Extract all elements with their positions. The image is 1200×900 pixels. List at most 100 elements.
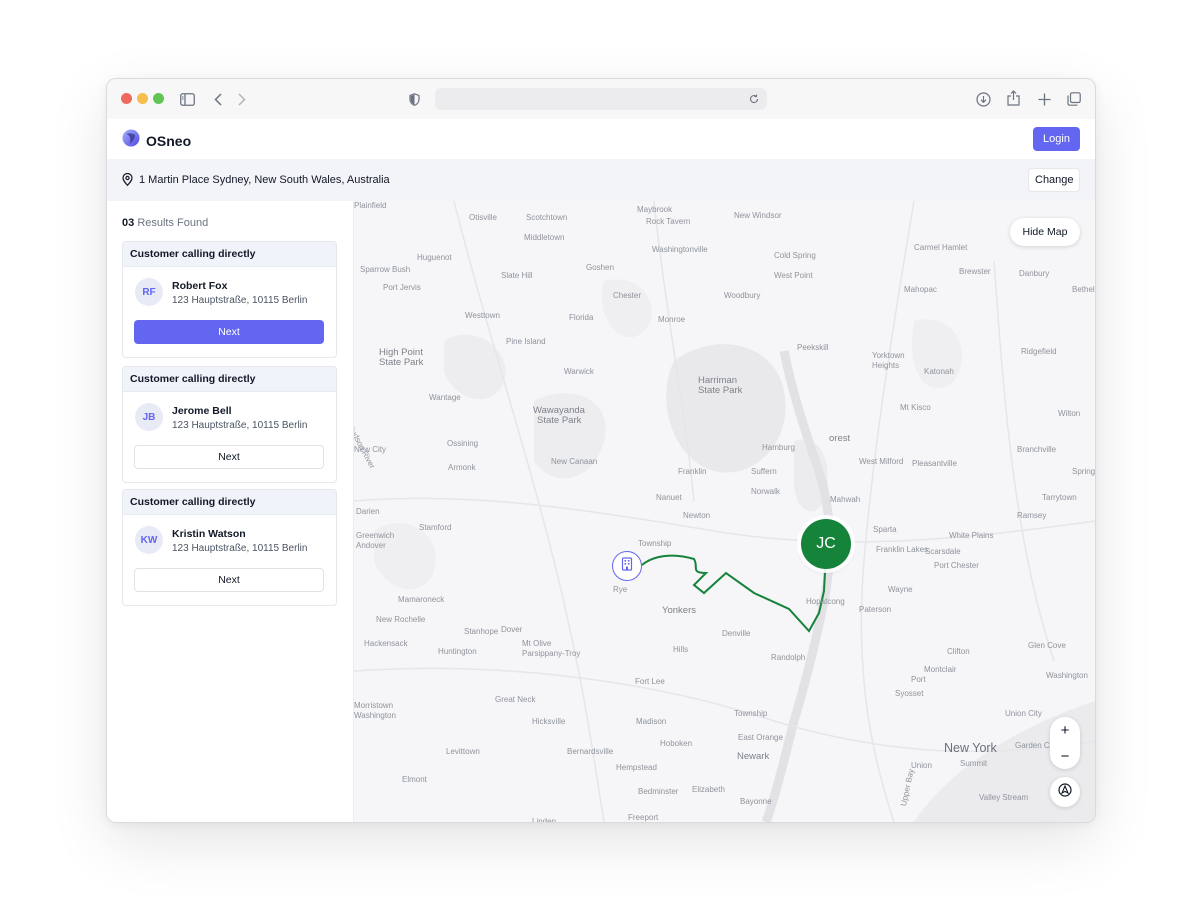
next-button[interactable]: Next — [134, 320, 324, 344]
map-place-label: White Plains — [949, 531, 994, 540]
map-place-label: Montclair — [924, 665, 957, 674]
map-place-label: Franklin — [678, 467, 707, 476]
map-place-label: Fort Lee — [635, 677, 665, 686]
map-place-label: Hopatcong — [806, 597, 845, 606]
share-icon[interactable] — [1005, 89, 1021, 107]
map-place-label: Summit — [960, 759, 988, 768]
browser-window: OSneo Login 1 Martin Place Sydney, New S… — [106, 78, 1096, 823]
brand-logo-icon — [122, 129, 140, 152]
map-place-label: Great Neck — [495, 695, 536, 704]
route-line — [641, 550, 827, 633]
navigation-icon — [1058, 782, 1072, 802]
map-place-label: Bernardsville — [567, 747, 614, 756]
map-place-label: Linden — [532, 817, 557, 822]
map-place-label: Stanhope — [464, 627, 499, 636]
forward-icon[interactable] — [235, 91, 249, 107]
change-location-button[interactable]: Change — [1028, 168, 1080, 192]
map-place-label: Maybrook — [637, 205, 673, 214]
office-marker[interactable] — [612, 551, 642, 581]
customer-address: 123 Hauptstraße, 10115 Berlin — [172, 420, 308, 431]
map-place-label: New City — [354, 445, 387, 454]
next-button[interactable]: Next — [134, 568, 324, 592]
map-place-label: Glen Cove — [1028, 641, 1066, 650]
results-sidebar: 03 Results Found Customer calling direct… — [107, 201, 354, 822]
map-place-label: Sparta — [873, 525, 897, 534]
browser-toolbar — [107, 79, 1095, 120]
map-place-label: New Canaan — [551, 457, 598, 466]
sidebar-toggle-icon[interactable] — [179, 91, 195, 107]
customer-address: 123 Hauptstraße, 10115 Berlin — [172, 295, 308, 306]
map-place-label: Yonkers — [662, 605, 696, 616]
map-place-label: Hills — [673, 645, 689, 654]
map-place-label: Wantage — [429, 393, 461, 402]
location-pin-icon — [122, 172, 133, 191]
map-place-label: Newton — [683, 511, 711, 520]
login-button[interactable]: Login — [1033, 127, 1080, 151]
results-count: 03 Results Found — [122, 217, 208, 229]
back-icon[interactable] — [211, 91, 225, 107]
map-place-label: Denville — [722, 629, 751, 638]
map-place-label: Franklin Lakes — [876, 545, 929, 554]
map-place-label: Pine Island — [506, 337, 546, 346]
building-icon — [621, 556, 633, 576]
card-header: Customer calling directly — [123, 367, 336, 392]
map-place-label: Peekskill — [797, 343, 829, 352]
download-icon[interactable] — [975, 90, 991, 108]
map-place-label: Ramsey — [1017, 511, 1047, 520]
map-place-label: Ossining — [447, 439, 479, 448]
map-place-label: Scotchtown — [526, 213, 568, 222]
tab-overview-icon[interactable] — [1066, 90, 1082, 108]
map-place-label: Danbury — [1019, 269, 1050, 278]
map-place-label: Goshen — [586, 263, 615, 272]
map-place-label: Carmel Hamlet — [914, 243, 968, 252]
map-place-label: Andover — [356, 541, 386, 550]
map-place-label: Elizabeth — [692, 785, 725, 794]
map-place-label: Norwalk — [751, 487, 780, 496]
map-place-label: Scarsdale — [925, 547, 961, 556]
next-button[interactable]: Next — [134, 445, 324, 469]
map-place-label: Union City — [1005, 709, 1042, 718]
reload-icon[interactable] — [747, 92, 761, 106]
zoom-controls: + − — [1050, 717, 1080, 769]
result-card: Customer calling directly RF Robert Fox … — [122, 241, 337, 358]
map-place-label: Tarrytown — [1042, 493, 1077, 502]
zoom-out-button[interactable]: − — [1050, 743, 1080, 769]
map-place-label: Parsippany-Troy — [522, 649, 581, 658]
map-place-label: Spring Valley — [1072, 467, 1095, 476]
map-place-label: Washingtonville — [652, 245, 708, 254]
hide-map-button[interactable]: Hide Map — [1010, 218, 1080, 246]
map-place-label: Katonah — [924, 367, 954, 376]
map-place-label: Elmont — [402, 775, 427, 784]
map-place-label: Warwick — [564, 367, 594, 376]
result-card: Customer calling directly KW Kristin Wat… — [122, 489, 337, 606]
avatar: KW — [135, 526, 163, 554]
brand[interactable]: OSneo — [122, 129, 191, 152]
map-place-label: Hempstead — [616, 763, 657, 772]
card-header: Customer calling directly — [123, 242, 336, 267]
avatar: RF — [135, 278, 163, 306]
map-place-label: Woodbury — [724, 291, 761, 300]
map-place-label: State Park — [379, 357, 424, 368]
zoom-in-button[interactable]: + — [1050, 717, 1080, 743]
driver-marker[interactable]: JC — [801, 519, 851, 569]
map-view[interactable]: Otisville Scotchtown Maybrook Rock Tavern Ne… — [354, 201, 1095, 822]
map-place-label: Wilton — [1058, 409, 1081, 418]
new-tab-icon[interactable] — [1036, 90, 1052, 108]
map-place-label: Township — [734, 709, 768, 718]
avatar: JB — [135, 403, 163, 431]
close-window-dot[interactable] — [121, 93, 132, 104]
map-place-label: Port Jervis — [383, 283, 421, 292]
map-place-label: Darien — [356, 507, 380, 516]
locate-button[interactable] — [1050, 777, 1080, 807]
address-bar[interactable] — [435, 88, 767, 110]
map-place-label: West Milford — [859, 457, 904, 466]
map-place-label: Dover — [501, 625, 523, 634]
minimize-window-dot[interactable] — [137, 93, 148, 104]
map-place-label: Mt Kisco — [900, 403, 931, 412]
app-header: OSneo Login — [107, 119, 1095, 159]
map-place-label: Hamburg — [762, 443, 795, 452]
map-place-label: Monroe — [658, 315, 686, 324]
zoom-window-dot[interactable] — [153, 93, 164, 104]
map-place-label: Florida — [569, 313, 594, 322]
privacy-shield-icon[interactable] — [407, 91, 421, 107]
